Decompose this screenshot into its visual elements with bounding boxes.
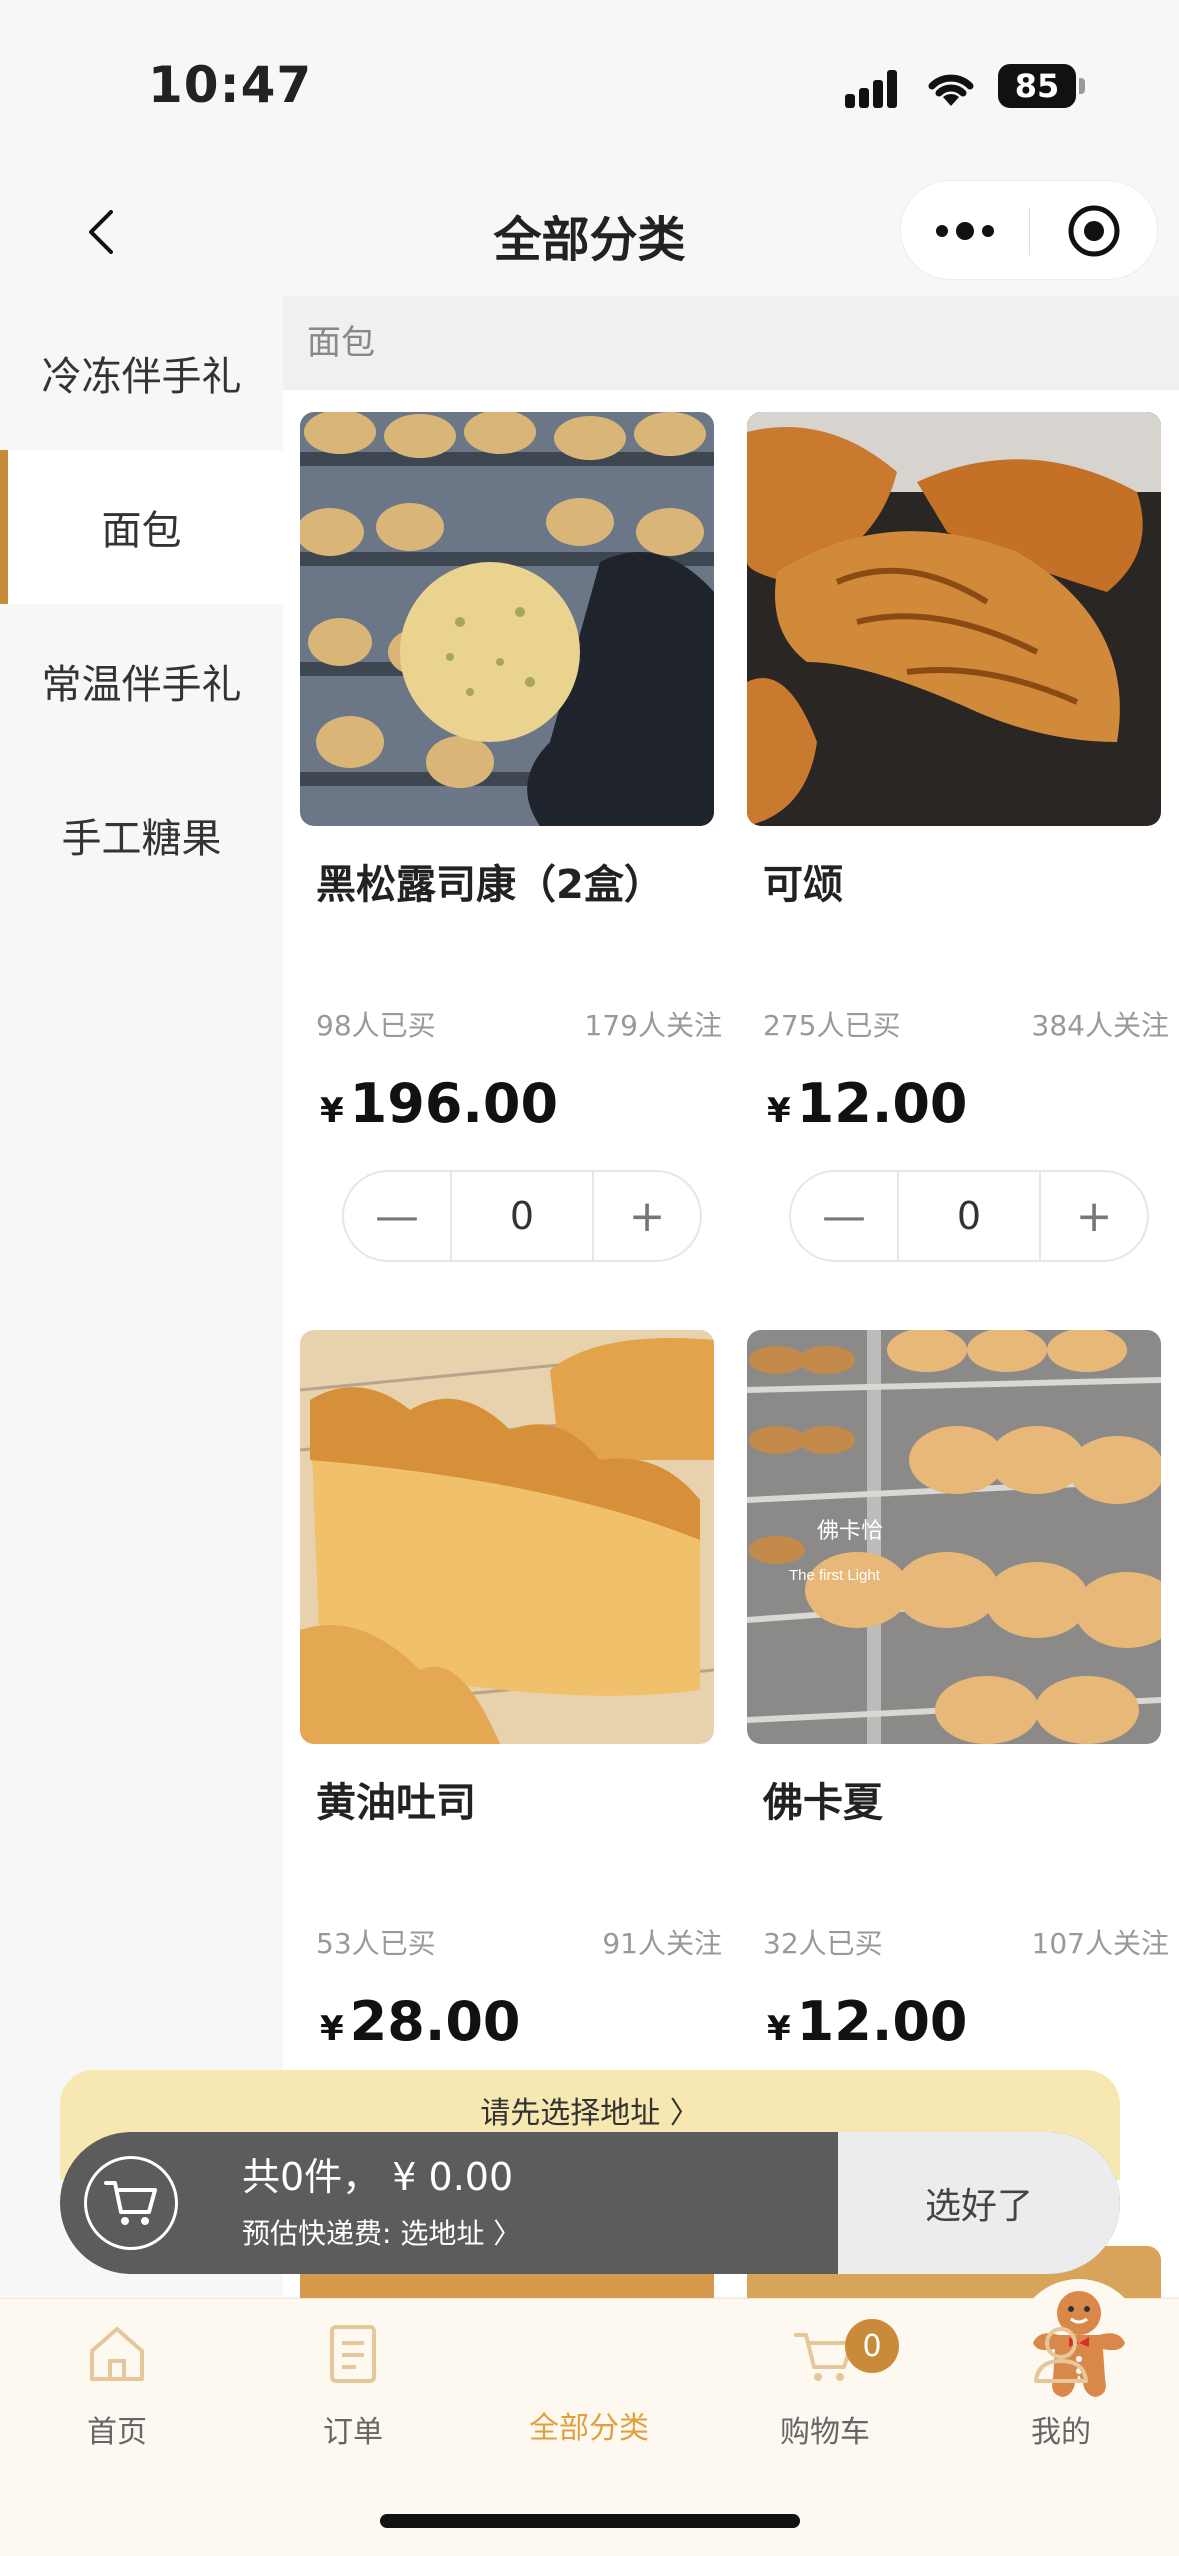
home-indicator[interactable] (380, 2514, 800, 2528)
more-dots-icon-center (956, 222, 974, 240)
product-card[interactable]: 佛卡恰 The first Light 佛卡夏 32人已买 107人关注 ¥12… (747, 1330, 1169, 2053)
price-value: 12.00 (796, 1990, 968, 2053)
price-value: 12.00 (796, 1072, 968, 1135)
product-price: ¥12.00 (767, 1990, 967, 2053)
follow-count: 179人关注 (584, 1009, 722, 1042)
checkout-button[interactable]: 选好了 (838, 2132, 1120, 2274)
section-title: 面包 (283, 296, 1179, 390)
price-value: 28.00 (349, 1990, 521, 2053)
cart-button[interactable] (84, 2156, 178, 2250)
shipping-fee[interactable]: 预估快递费: 选地址 〉 (242, 2212, 521, 2252)
product-price: ¥12.00 (767, 1072, 967, 1135)
cart-summary[interactable]: 共0件， ¥ 0.00 预估快递费: 选地址 〉 (60, 2132, 838, 2274)
follow-count: 107人关注 (1031, 1927, 1169, 1960)
currency-symbol: ¥ (320, 2009, 344, 2049)
product-price: ¥196.00 (320, 1072, 558, 1135)
bought-count: 53人已买 (316, 1927, 436, 1960)
order-icon (330, 2325, 376, 2383)
image-overlay-brand: 佛卡恰 (817, 1518, 883, 1543)
increase-button[interactable]: + (1039, 1172, 1147, 1260)
tab-label: 购物车 (780, 2415, 870, 2450)
sidebar-item-candy[interactable]: 手工糖果 (0, 758, 283, 912)
cart-count-badge: 0 (845, 2319, 899, 2373)
focaccia-image: 佛卡恰 The first Light (747, 1330, 1161, 1744)
tab-label: 首页 (87, 2415, 147, 2450)
status-bar: 10:47 85 (0, 0, 1179, 170)
increase-button[interactable]: + (592, 1172, 700, 1260)
nav-bar: 全部分类 (0, 170, 1179, 296)
sidebar-item-bread[interactable]: 面包 (0, 450, 283, 604)
product-image[interactable] (300, 1330, 714, 1744)
wifi-icon (928, 74, 974, 106)
currency-symbol: ¥ (320, 1091, 344, 1131)
more-dots-icon-right (982, 225, 994, 237)
cart-total: 共0件， ¥ 0.00 (242, 2155, 514, 2199)
product-list: 面包 黑松露司康（2盒） 98人已买 179人关注 ¥ 196.00 — 0 +… (283, 296, 1179, 2306)
image-overlay-tagline: The first Light (789, 1567, 881, 1584)
product-image[interactable] (747, 412, 1161, 826)
mini-program-capsule (900, 180, 1158, 280)
bought-count: 98人已买 (316, 1009, 436, 1042)
cart-icon (104, 2181, 157, 2225)
product-price: ¥28.00 (320, 1990, 520, 2053)
more-button[interactable] (901, 181, 1029, 281)
price-value: 196.00 (349, 1072, 559, 1135)
decrease-button[interactable]: — (791, 1172, 899, 1260)
sidebar-item-room-temp-gifts[interactable]: 常温伴手礼 (0, 604, 283, 758)
quantity-stepper: — 0 + (342, 1170, 702, 1262)
category-sidebar: 冷冻伴手礼 面包 常温伴手礼 手工糖果 (0, 296, 283, 2296)
battery-icon: 85 (998, 64, 1085, 108)
product-title[interactable]: 可颂 (763, 852, 843, 910)
product-card[interactable]: 黑松露司康（2盒） 98人已买 179人关注 ¥196.00 — 0 + (300, 412, 722, 1262)
currency-symbol: ¥ (767, 1091, 791, 1131)
product-image[interactable] (300, 412, 714, 826)
status-time: 10:47 (148, 56, 313, 114)
target-icon (1068, 205, 1120, 257)
cart-bar: 共0件， ¥ 0.00 预估快递费: 选地址 〉 选好了 (60, 2132, 1120, 2274)
quantity-value[interactable]: 0 (899, 1172, 1039, 1260)
quantity-stepper: — 0 + (789, 1170, 1149, 1262)
follow-count: 384人关注 (1031, 1009, 1169, 1042)
decrease-button[interactable]: — (344, 1172, 452, 1260)
bought-count: 275人已买 (763, 1009, 901, 1042)
quantity-value[interactable]: 0 (452, 1172, 592, 1260)
user-icon (1034, 2327, 1088, 2383)
sidebar-item-frozen-gifts[interactable]: 冷冻伴手礼 (0, 296, 283, 450)
product-title[interactable]: 黄油吐司 (316, 1770, 476, 1828)
product-card[interactable]: 可颂 275人已买 384人关注 ¥12.00 — 0 + (747, 412, 1169, 1262)
tab-all-categories[interactable]: 全部分类 (489, 2279, 1143, 2469)
home-icon (90, 2327, 144, 2381)
signal-icon (845, 68, 905, 108)
tab-label: 订单 (323, 2415, 383, 2450)
close-miniprogram-button[interactable] (1030, 181, 1158, 281)
follow-count: 91人关注 (602, 1927, 722, 1960)
croissant-image (747, 412, 1161, 826)
tab-label: 我的 (1031, 2415, 1091, 2450)
tab-home[interactable]: 首页 (17, 2319, 217, 2469)
tab-label: 全部分类 (529, 2411, 649, 2446)
product-card[interactable]: 黄油吐司 53人已买 91人关注 ¥28.00 (300, 1330, 722, 2053)
bought-count: 32人已买 (763, 1927, 883, 1960)
tab-profile[interactable]: 我的 (961, 2319, 1161, 2469)
currency-symbol: ¥ (767, 2009, 791, 2049)
tab-cart[interactable]: 0 购物车 (725, 2319, 925, 2469)
scone-image (300, 412, 714, 826)
product-title[interactable]: 黑松露司康（2盒） (316, 852, 664, 910)
tab-orders[interactable]: 订单 (253, 2319, 453, 2469)
more-dots-icon (936, 225, 948, 237)
product-title[interactable]: 佛卡夏 (763, 1770, 883, 1828)
product-image[interactable]: 佛卡恰 The first Light (747, 1330, 1161, 1744)
toast-image (300, 1330, 714, 1744)
